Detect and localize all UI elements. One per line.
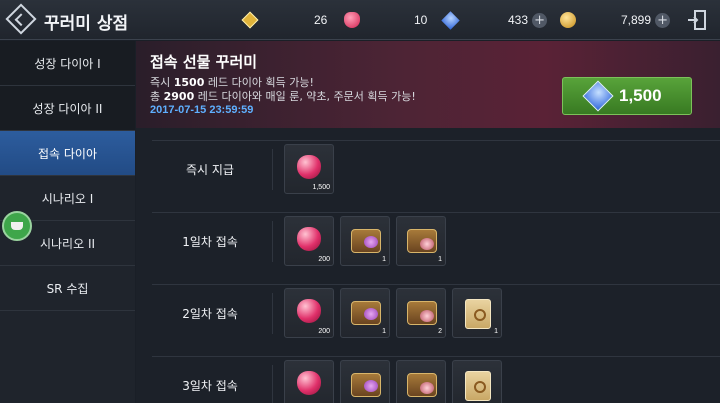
resource-gold-coin-count: 7,899 + <box>621 0 671 40</box>
blue-diamond-icon <box>441 10 460 30</box>
herb-chest-icon <box>407 301 437 325</box>
herb-chest-icon <box>407 373 437 397</box>
reward-row-label: 1일차 접속 <box>182 235 238 249</box>
reward-slot[interactable] <box>452 360 502 403</box>
reward-slot[interactable]: 200 <box>284 216 334 266</box>
row-divider <box>272 365 273 403</box>
rune-chest-icon <box>351 301 381 325</box>
herb-chest-icon <box>407 229 437 253</box>
row-divider <box>272 221 273 262</box>
reward-row-label: 2일차 접속 <box>182 307 238 321</box>
buy-button[interactable]: 1,500 <box>562 77 692 115</box>
reward-list: 즉시 지급 1,500 1일차 접속 200 1 1 2일차 접속 200 1 … <box>136 128 720 403</box>
banner-title: 접속 선물 꾸러미 <box>150 53 258 71</box>
reward-slot[interactable] <box>284 360 334 403</box>
sidebar-item-sr-collection[interactable]: SR 수집 <box>0 266 135 311</box>
reward-slot[interactable] <box>340 360 390 403</box>
resource-gold-gem <box>241 0 260 40</box>
add-gold-coin-button[interactable]: + <box>655 12 671 28</box>
gold-coin-icon <box>560 12 576 28</box>
rune-chest-icon <box>351 229 381 253</box>
reward-row-label: 즉시 지급 <box>186 163 234 177</box>
reward-slot[interactable]: 200 <box>284 288 334 338</box>
page-title: 꾸러미 상점 <box>44 14 129 34</box>
exit-icon[interactable] <box>688 10 706 30</box>
resource-red-diamond-count: 10 <box>414 13 428 27</box>
red-diamond-icon <box>297 155 321 179</box>
red-diamond-icon <box>297 227 321 251</box>
reward-slot[interactable]: 1,500 <box>284 144 334 194</box>
back-icon[interactable] <box>5 3 37 35</box>
reward-row-label: 3일차 접속 <box>182 379 238 393</box>
red-diamond-icon <box>344 12 360 28</box>
reward-slot[interactable]: 1 <box>340 216 390 266</box>
sidebar-item-growth-diamond-1[interactable]: 성장 다이아 I <box>0 41 135 86</box>
reward-row-instant: 즉시 지급 1,500 <box>152 140 720 197</box>
resource-blue-diamond <box>441 0 461 40</box>
resource-red-diamond <box>344 0 364 40</box>
scroll-icon <box>465 299 491 329</box>
red-diamond-icon <box>297 371 321 395</box>
blue-diamond-icon <box>582 80 614 112</box>
reward-slot[interactable]: 2 <box>396 288 446 338</box>
package-banner: 접속 선물 꾸러미 즉시 1500 레드 다이아 획득 가능! 총 2900 레… <box>136 41 720 128</box>
banner-end-date: 2017-07-15 23:59:59 <box>150 104 254 116</box>
reward-row-day2: 2일차 접속 200 1 2 1 <box>152 284 720 341</box>
resource-gold-coin <box>560 0 580 40</box>
sidebar-item-login-diamond[interactable]: 접속 다이아 <box>0 131 135 176</box>
reward-row-day1: 1일차 접속 200 1 1 <box>152 212 720 269</box>
buy-price: 1,500 <box>619 86 662 105</box>
reward-slot[interactable] <box>396 360 446 403</box>
gold-gem-icon <box>241 11 259 29</box>
reward-slot[interactable]: 1 <box>452 288 502 338</box>
reward-slot[interactable]: 1 <box>396 216 446 266</box>
reward-row-day3: 3일차 접속 <box>152 356 720 403</box>
top-bar: 꾸러미 상점 26 10 433 + 7,899 + <box>0 0 720 40</box>
resource-gold-gem-count: 26 <box>314 13 328 27</box>
row-divider <box>272 149 273 190</box>
red-diamond-icon <box>297 299 321 323</box>
banner-line-2: 총 2900 레드 다이아와 매일 룬, 약초, 주문서 획득 가능! <box>150 90 416 103</box>
sidebar-item-growth-diamond-2[interactable]: 성장 다이아 II <box>0 86 135 131</box>
scroll-icon <box>465 371 491 401</box>
chat-cup-icon[interactable] <box>2 211 32 241</box>
reward-slot[interactable]: 1 <box>340 288 390 338</box>
row-divider <box>272 293 273 334</box>
rune-chest-icon <box>351 373 381 397</box>
resource-blue-diamond-count: 433 + <box>508 0 548 40</box>
add-blue-diamond-button[interactable]: + <box>532 12 548 28</box>
